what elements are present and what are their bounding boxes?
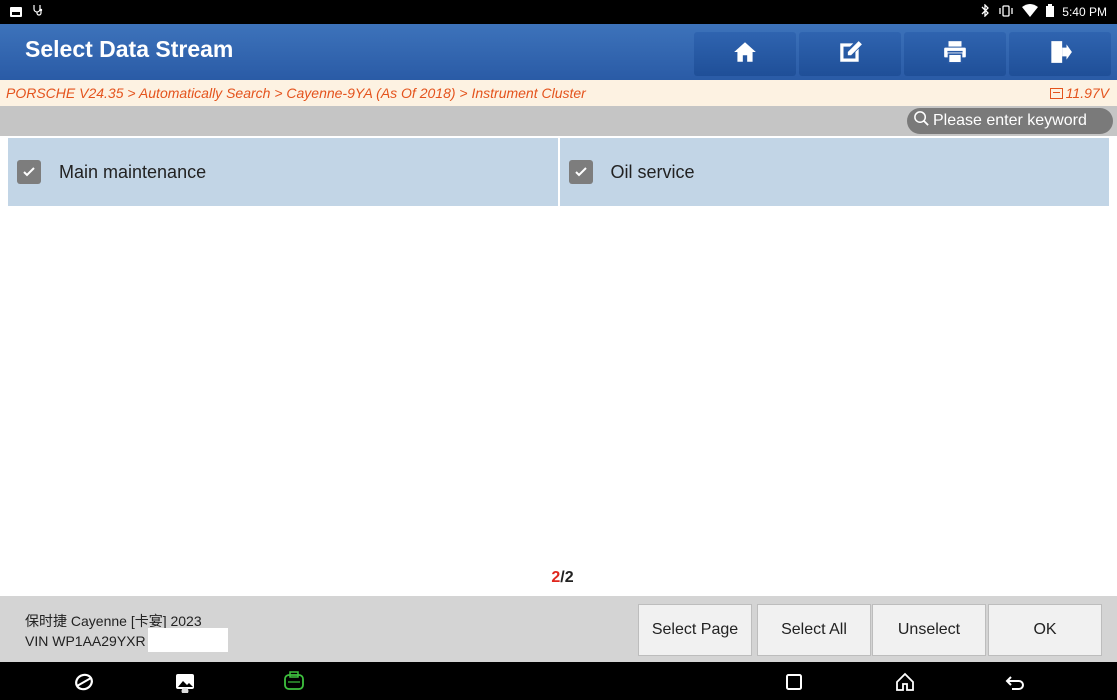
vci-icon[interactable] [283, 671, 305, 693]
page-indicator: 2/2 [0, 569, 1117, 587]
vehicle-info: 保时捷 Cayenne [卡宴] 2023 VIN WP1AA29YXR [25, 612, 228, 652]
select-all-button[interactable]: Select All [757, 604, 871, 656]
back-icon[interactable] [1004, 671, 1026, 693]
list-item-label: Main maintenance [59, 161, 207, 182]
bottom-bar: 保时捷 Cayenne [卡宴] 2023 VIN WP1AA29YXR Sel… [0, 596, 1117, 662]
edit-button[interactable] [799, 32, 901, 76]
search-icon [913, 110, 930, 132]
wifi-icon [1022, 4, 1039, 20]
list-item[interactable]: Oil service [559, 138, 1109, 206]
page-title: Select Data Stream [25, 36, 234, 62]
print-button[interactable] [904, 32, 1006, 76]
list-item-label: Oil service [610, 161, 695, 182]
recents-icon[interactable] [783, 671, 805, 693]
vibrate-icon [998, 4, 1014, 20]
home-button[interactable] [694, 32, 796, 76]
exit-button[interactable] [1009, 32, 1111, 76]
stethoscope-icon [32, 4, 44, 19]
voltage-indicator: 11.97V [1049, 85, 1109, 101]
print-icon [942, 39, 968, 70]
search-input[interactable]: Please enter keyword [907, 108, 1113, 134]
voltage-value: 11.97V [1065, 85, 1109, 101]
search-bar: Please enter keyword [0, 106, 1117, 136]
home-nav-icon[interactable] [894, 671, 916, 693]
exit-icon [1047, 39, 1073, 70]
bluetooth-icon [980, 3, 990, 20]
list-item[interactable]: Main maintenance [8, 138, 558, 206]
image-icon [10, 6, 22, 17]
edit-icon [837, 39, 863, 70]
status-bar: 5:40 PM [0, 0, 1117, 24]
check-icon [574, 167, 587, 177]
status-time: 5:40 PM [1062, 5, 1107, 19]
vehicle-vin: VIN WP1AA29YXR [25, 633, 146, 649]
check-icon [23, 167, 35, 177]
unselect-button[interactable]: Unselect [872, 604, 986, 656]
battery-icon [1046, 4, 1055, 20]
page-current: 2 [551, 569, 561, 586]
browser-icon[interactable] [73, 671, 95, 693]
page-total: 2 [564, 569, 574, 586]
checkbox[interactable] [568, 160, 593, 184]
screen: 5:40 PM Select Data Stream PORSCHE V24.3… [0, 0, 1117, 700]
checkbox[interactable] [17, 160, 41, 184]
breadcrumb: PORSCHE V24.35 > Automatically Search > … [6, 85, 586, 101]
gallery-icon[interactable] [174, 671, 196, 695]
title-bar: Select Data Stream [0, 24, 1117, 80]
battery-voltage-icon [1049, 87, 1063, 99]
vin-redaction [147, 628, 228, 652]
select-page-button[interactable]: Select Page [638, 604, 752, 656]
search-placeholder: Please enter keyword [933, 112, 1087, 129]
navigation-bar [0, 662, 1117, 700]
ok-button[interactable]: OK [988, 604, 1102, 656]
home-icon [732, 39, 758, 70]
data-stream-list: Main maintenance Oil service [8, 138, 1109, 206]
breadcrumb-bar: PORSCHE V24.35 > Automatically Search > … [0, 80, 1117, 106]
